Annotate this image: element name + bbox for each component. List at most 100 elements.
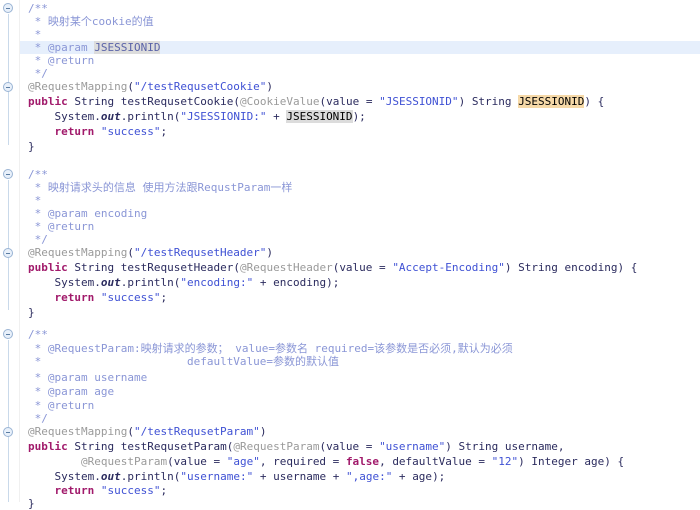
token-javadoc-param: @param bbox=[47, 371, 88, 384]
code-line[interactable]: return "success"; bbox=[0, 484, 168, 497]
token-symbol-age: age bbox=[412, 470, 433, 483]
token-comment-star: * bbox=[28, 342, 48, 355]
code-line[interactable]: * @param username bbox=[0, 371, 148, 384]
fold-range-line bbox=[7, 259, 9, 310]
token-out: out bbox=[100, 276, 121, 289]
token-comment: /** bbox=[28, 328, 48, 341]
token-annotation-requestparam: @RequestParam bbox=[233, 440, 320, 453]
token-comment-close: */ bbox=[34, 233, 48, 246]
token-keyword-return: return bbox=[54, 125, 95, 138]
token-comment-text: 映射请求头的信息 使用方法跟RequstParam一样 bbox=[47, 181, 293, 194]
token-string-success: "success" bbox=[100, 291, 161, 304]
token-system: System bbox=[54, 470, 95, 483]
token-string-username-label: "username:" bbox=[180, 470, 254, 483]
token-type-string: String bbox=[518, 261, 558, 274]
token-method-name: testRequsetCookie bbox=[120, 95, 234, 108]
token-system: System bbox=[54, 110, 95, 123]
token-brace-close: } bbox=[28, 306, 35, 319]
token-string-path: "/testRequsetHeader" bbox=[133, 246, 267, 259]
code-line[interactable]: @RequestMapping("/testRequsetHeader") bbox=[0, 246, 273, 259]
token-symbol-username: username bbox=[504, 440, 558, 453]
code-line[interactable]: return "success"; bbox=[0, 125, 168, 138]
token-annotation-requestmapping: @RequestMapping bbox=[28, 80, 128, 93]
token-comment-star: * bbox=[28, 28, 42, 41]
token-symbol-jsessionid: JSESSIONID bbox=[518, 95, 585, 108]
token-javadoc-return: @return bbox=[47, 220, 95, 233]
token-symbol-username: username bbox=[273, 470, 327, 483]
code-line[interactable]: return "success"; bbox=[0, 291, 168, 304]
code-line[interactable]: * @param encoding bbox=[0, 207, 148, 220]
token-type-string: String bbox=[74, 440, 115, 453]
code-line[interactable]: * defaultValue=参数的默认值 bbox=[0, 355, 339, 368]
token-comment-text: @RequestParam:映射请求的参数； value=参数名 require… bbox=[47, 342, 513, 355]
token-string-encoding-label: "encoding:" bbox=[180, 276, 254, 289]
code-line[interactable]: @RequestParam(value = "age", required = … bbox=[0, 455, 624, 468]
token-string-accept-encoding: "Accept-Encoding" bbox=[392, 261, 505, 274]
code-line[interactable]: * @RequestParam:映射请求的参数； value=参数名 requi… bbox=[0, 342, 513, 355]
code-line[interactable]: System.out.println("username:" + usernam… bbox=[0, 470, 446, 483]
fold-collapse-icon[interactable] bbox=[3, 3, 13, 13]
token-println: println bbox=[127, 276, 174, 289]
token-string-username: "username" bbox=[379, 440, 446, 453]
token-comment-star: * bbox=[28, 15, 48, 28]
token-keyword-false: false bbox=[345, 455, 380, 468]
token-kv-value: value bbox=[339, 261, 373, 274]
token-comment: /** bbox=[28, 2, 48, 15]
token-javadoc-param: @param bbox=[47, 41, 88, 54]
token-symbol-age: age bbox=[94, 385, 115, 398]
token-method-name: testRequsetHeader bbox=[120, 261, 234, 274]
code-content[interactable]: /** * 映射某个cookie的值 * * @param JSESSIONID… bbox=[0, 0, 700, 510]
token-println: println bbox=[127, 110, 174, 123]
token-kv-value: value bbox=[173, 455, 207, 468]
token-string-age: "age" bbox=[226, 455, 260, 468]
fold-collapse-icon[interactable] bbox=[3, 82, 13, 92]
token-keyword-public: public bbox=[28, 261, 68, 274]
token-type-string: String bbox=[74, 95, 115, 108]
token-string-jsessionid-label: "JSESSIONID:" bbox=[180, 110, 267, 123]
code-line[interactable]: * 映射某个cookie的值 bbox=[0, 15, 154, 28]
token-comment: /** bbox=[28, 168, 48, 181]
token-javadoc-return: @return bbox=[47, 399, 95, 412]
code-line[interactable]: @RequestMapping("/testRequsetCookie") bbox=[0, 80, 273, 93]
token-string-path: "/testRequsetParam" bbox=[133, 425, 260, 438]
token-keyword-public: public bbox=[28, 95, 68, 108]
token-comment-star: * bbox=[28, 207, 48, 220]
token-symbol-encoding: encoding bbox=[94, 207, 148, 220]
code-line[interactable]: System.out.println("encoding:" + encodin… bbox=[0, 276, 340, 289]
token-annotation-requestheader: @RequestHeader bbox=[239, 261, 333, 274]
fold-collapse-icon[interactable] bbox=[3, 169, 13, 179]
token-out: out bbox=[100, 110, 121, 123]
editor-gutter[interactable] bbox=[0, 0, 20, 502]
token-println: println bbox=[127, 470, 174, 483]
token-symbol-jsessionid: JSESSIONID bbox=[286, 110, 353, 123]
token-keyword-return: return bbox=[54, 484, 95, 497]
fold-collapse-icon[interactable] bbox=[3, 427, 13, 437]
token-comment-star: * bbox=[28, 181, 48, 194]
token-type-string: String bbox=[471, 95, 512, 108]
gutter-divider bbox=[19, 0, 20, 502]
token-type-integer: Integer bbox=[531, 455, 578, 468]
code-line[interactable]: * 映射请求头的信息 使用方法跟RequstParam一样 bbox=[0, 181, 293, 194]
token-annotation-cookievalue: @CookieValue bbox=[239, 95, 320, 108]
code-line[interactable]: @RequestMapping("/testRequsetParam") bbox=[0, 425, 266, 438]
code-line[interactable]: System.out.println("JSESSIONID:" + JSESS… bbox=[0, 110, 366, 123]
code-line[interactable]: public String testRequsetParam(@RequestP… bbox=[0, 440, 565, 453]
token-string-path: "/testRequsetCookie" bbox=[133, 80, 267, 93]
token-system: System bbox=[54, 276, 95, 289]
code-line[interactable]: public String testRequsetCookie(@CookieV… bbox=[0, 95, 604, 108]
token-comment-close: */ bbox=[34, 67, 48, 80]
fold-collapse-icon[interactable] bbox=[3, 329, 13, 339]
token-symbol-age: age bbox=[584, 455, 605, 468]
code-editor[interactable]: /** * 映射某个cookie的值 * * @param JSESSIONID… bbox=[0, 0, 700, 510]
token-type-string: String bbox=[74, 261, 115, 274]
token-annotation-requestparam: @RequestParam bbox=[80, 455, 168, 468]
token-annotation-requestmapping: @RequestMapping bbox=[28, 425, 128, 438]
token-comment-star: * bbox=[28, 385, 48, 398]
fold-collapse-icon[interactable] bbox=[3, 248, 13, 258]
code-line[interactable]: * @param JSESSIONID bbox=[0, 41, 161, 54]
token-symbol-encoding: encoding bbox=[564, 261, 618, 274]
token-comment-close: */ bbox=[34, 412, 48, 425]
token-out: out bbox=[100, 470, 121, 483]
token-comment-star: * bbox=[28, 220, 48, 233]
code-line[interactable]: public String testRequsetHeader(@Request… bbox=[0, 261, 637, 274]
